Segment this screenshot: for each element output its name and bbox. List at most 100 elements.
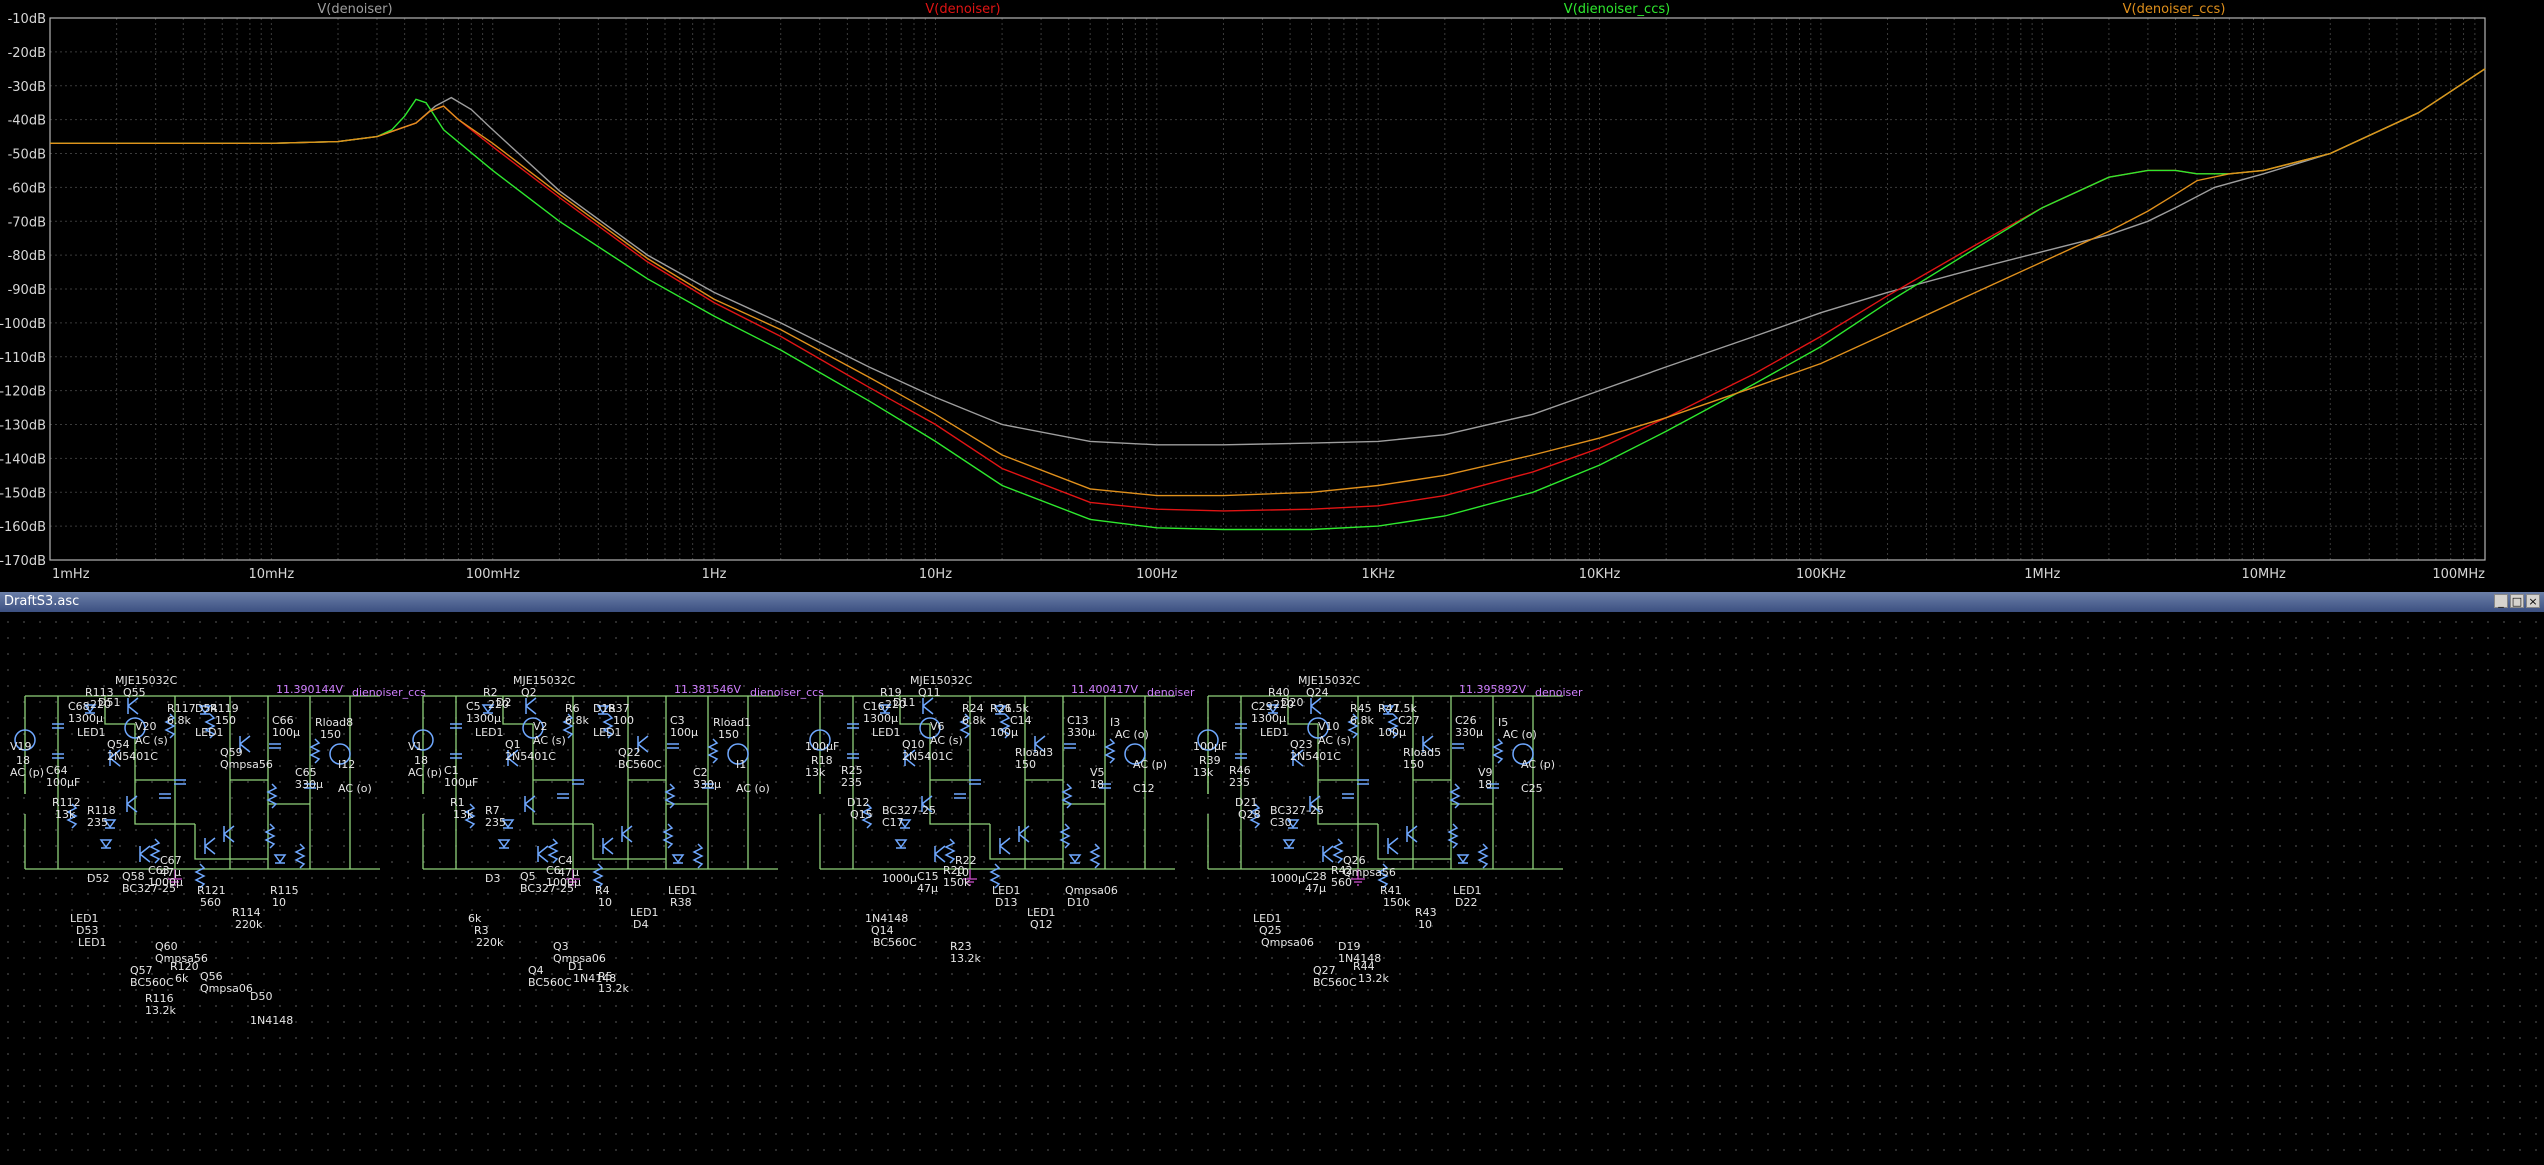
transistor-symbol[interactable] (537, 845, 549, 863)
schematic-titlebar[interactable]: DraftS3.asc _ □ × (0, 592, 2544, 612)
circuit-block[interactable]: 11.381546V dienoiser_ccsMJE15032CQ2V2AC (… (408, 674, 824, 995)
transistor-symbol[interactable] (999, 837, 1011, 855)
component-label: AC (o) (736, 782, 770, 795)
resistor-symbol[interactable] (294, 843, 306, 869)
y-tick-label: -70dB (8, 215, 46, 230)
legend-entry[interactable]: V(denoiser) (925, 2, 1000, 17)
component-label: V2 (533, 720, 548, 733)
circuit-block[interactable]: 11.395892V denoiserMJE15032CQ24V10AC (s)C… (1193, 674, 1583, 989)
resistor-symbol[interactable] (1332, 838, 1344, 864)
transistor-symbol[interactable] (1406, 825, 1418, 843)
diode-symbol[interactable] (894, 839, 908, 849)
component-label: LED1 (195, 726, 224, 739)
resistor-symbol[interactable] (309, 738, 321, 764)
transistor-symbol[interactable] (1310, 697, 1322, 715)
y-tick-label: -160dB (0, 520, 46, 535)
diode-symbol[interactable] (671, 854, 685, 864)
component-label: 100µ (670, 726, 698, 739)
circuit-block[interactable]: 11.400417V denoiserMJE15032CQ11V6AC (s)C1… (805, 674, 1195, 965)
transistor-symbol[interactable] (922, 697, 934, 715)
resistor-symbol[interactable] (707, 738, 719, 764)
diode-symbol[interactable] (1282, 839, 1296, 849)
component-label: 100µF (46, 776, 80, 789)
capacitor-symbol[interactable] (954, 793, 966, 799)
resistor-symbol[interactable] (1089, 843, 1101, 869)
capacitor-symbol[interactable] (159, 793, 171, 799)
capacitor-symbol[interactable] (572, 779, 584, 785)
diode-symbol[interactable] (1068, 854, 1082, 864)
resistor-symbol[interactable] (944, 838, 956, 864)
transistor-symbol[interactable] (1018, 825, 1030, 843)
capacitor-symbol[interactable] (174, 779, 186, 785)
transistor-symbol[interactable] (223, 825, 235, 843)
component-label: V19 (10, 740, 32, 753)
transistor-symbol[interactable] (127, 697, 139, 715)
capacitor-symbol[interactable] (269, 743, 281, 749)
diode-symbol[interactable] (497, 839, 511, 849)
series-line[interactable] (50, 68, 2486, 497)
transistor-symbol[interactable] (139, 845, 151, 863)
schematic-canvas[interactable]: 11.390144V dienoiser_ccs MJE15032C Q55 V20 AC… (0, 614, 2544, 1165)
component-label: 13k (55, 808, 76, 821)
transistor-symbol[interactable] (621, 825, 633, 843)
capacitor-symbol[interactable] (557, 793, 569, 799)
close-button[interactable]: × (2526, 594, 2540, 608)
diode-symbol[interactable] (1456, 854, 1470, 864)
resistor-symbol[interactable] (662, 823, 674, 849)
transistor-symbol[interactable] (1387, 837, 1399, 855)
series-line[interactable] (50, 68, 2486, 531)
resistor-symbol[interactable] (1492, 738, 1504, 764)
capacitor-symbol[interactable] (1064, 743, 1076, 749)
resistor-symbol[interactable] (149, 838, 161, 864)
diode-symbol[interactable] (273, 854, 287, 864)
x-tick-label: 1MHz (2024, 567, 2060, 582)
x-tick-label: 100mHz (466, 567, 520, 582)
capacitor-symbol[interactable] (667, 743, 679, 749)
capacitor-symbol[interactable] (1452, 743, 1464, 749)
component-label: 220 (1273, 698, 1294, 711)
resistor-symbol[interactable] (692, 843, 704, 869)
resistor-symbol[interactable] (1104, 738, 1116, 764)
x-tick-label: 10KHz (1579, 567, 1621, 582)
capacitor-symbol[interactable] (969, 779, 981, 785)
component-label: 220 (488, 698, 509, 711)
component-label: 1N4148 (250, 1014, 293, 1027)
capacitor-symbol[interactable] (1342, 793, 1354, 799)
transistor-symbol[interactable] (602, 837, 614, 855)
circuit-block[interactable]: 11.390144V dienoiser_ccsMJE15032CQ55V20AC… (10, 674, 426, 1027)
legend-entry[interactable]: V(denoiser_ccs) (2123, 2, 2226, 17)
resistor-symbol[interactable] (1059, 823, 1071, 849)
component-label: 150 (320, 728, 341, 741)
resistor-symbol[interactable] (1477, 843, 1489, 869)
x-tick-label: 10Hz (919, 567, 952, 582)
legend-entry[interactable]: V(dienoiser_ccs) (1564, 2, 1670, 17)
transistor-symbol[interactable] (204, 837, 216, 855)
node-voltage-label: 11.395892V (1459, 683, 1526, 696)
resistor-symbol[interactable] (547, 838, 559, 864)
component-label: AC (p) (10, 766, 44, 779)
component-label: 100µF (1193, 740, 1227, 753)
y-tick-label: -120dB (0, 385, 46, 400)
component-label: Q28 (1238, 808, 1261, 821)
transistor-symbol[interactable] (525, 697, 537, 715)
y-tick-label: -10dB (8, 12, 46, 27)
resistor-symbol[interactable] (1447, 823, 1459, 849)
legend-entry[interactable]: V(denoiser) (317, 2, 392, 17)
maximize-button[interactable]: □ (2510, 594, 2524, 608)
output-net-label: dienoiser_ccs (750, 686, 824, 699)
schematic-drawing[interactable]: 11.390144V dienoiser_ccsMJE15032CQ55V20AC… (0, 614, 2544, 1165)
minimize-button[interactable]: _ (2494, 594, 2508, 608)
transistor-symbol[interactable] (1322, 845, 1334, 863)
x-tick-label: 1mHz (52, 567, 90, 582)
output-net-label: dienoiser_ccs (352, 686, 426, 699)
bode-plot[interactable]: 1mHz 10mHz 100mHz 1Hz 10Hz 100Hz 1KHz 10KHz 100K… (0, 0, 2544, 590)
waveform-plot-pane[interactable]: 1mHz 10mHz 100mHz 1Hz 10Hz 100Hz 1KHz 10KHz 100K… (0, 0, 2544, 590)
schematic-window[interactable]: DraftS3.asc _ □ × 11.390144V dienoiser_cc… (0, 592, 2544, 1165)
component-label: 13.2k (145, 1004, 176, 1017)
resistor-symbol[interactable] (264, 823, 276, 849)
component-label: 220 (885, 698, 906, 711)
transistor-symbol[interactable] (934, 845, 946, 863)
series-line[interactable] (50, 68, 2486, 446)
diode-symbol[interactable] (99, 839, 113, 849)
capacitor-symbol[interactable] (1357, 779, 1369, 785)
